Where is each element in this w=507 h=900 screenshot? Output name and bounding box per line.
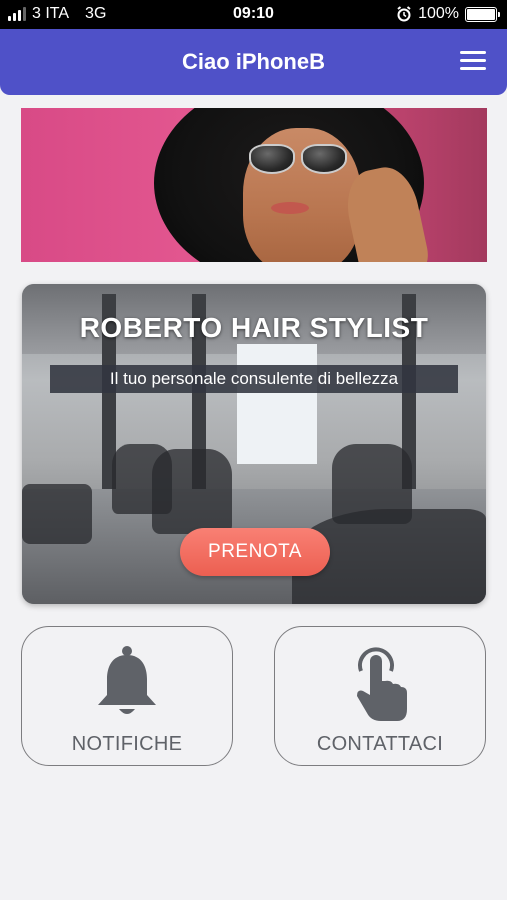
battery-fill [467, 8, 495, 20]
salon-title: ROBERTO HAIR STYLIST [79, 312, 429, 343]
promo-banner-image [21, 108, 487, 262]
book-button[interactable]: PRENOTA [180, 528, 330, 576]
contact-label: CONTATTACI [316, 733, 444, 755]
status-right: 100% [396, 5, 500, 23]
salon-subtitle: Il tuo personale consulente di bellezza [50, 365, 458, 393]
bell-icon [98, 646, 156, 714]
hamburger-menu-icon[interactable] [460, 51, 486, 71]
tap-hand-icon [357, 647, 407, 721]
alarm-clock-icon [397, 6, 411, 22]
salon-window [237, 344, 317, 464]
sunglasses-shape [249, 144, 347, 176]
salon-chair [152, 449, 232, 534]
salon-card: ROBERTO HAIR STYLIST Il tuo personale co… [22, 284, 486, 604]
notifications-button[interactable]: NOTIFICHE [21, 626, 233, 766]
contact-button[interactable]: CONTATTACI [274, 626, 486, 766]
battery-percent: 100% [418, 5, 459, 22]
battery-icon [465, 6, 500, 22]
status-bar: 3 ITA 3G 09:10 100% [0, 0, 507, 29]
page-title: Ciao iPhoneB [181, 49, 325, 74]
app-header: Ciao iPhoneB [0, 29, 507, 95]
notifications-label: NOTIFICHE [71, 733, 183, 755]
banner-lips-shape [271, 202, 309, 214]
salon-desk [22, 484, 92, 544]
